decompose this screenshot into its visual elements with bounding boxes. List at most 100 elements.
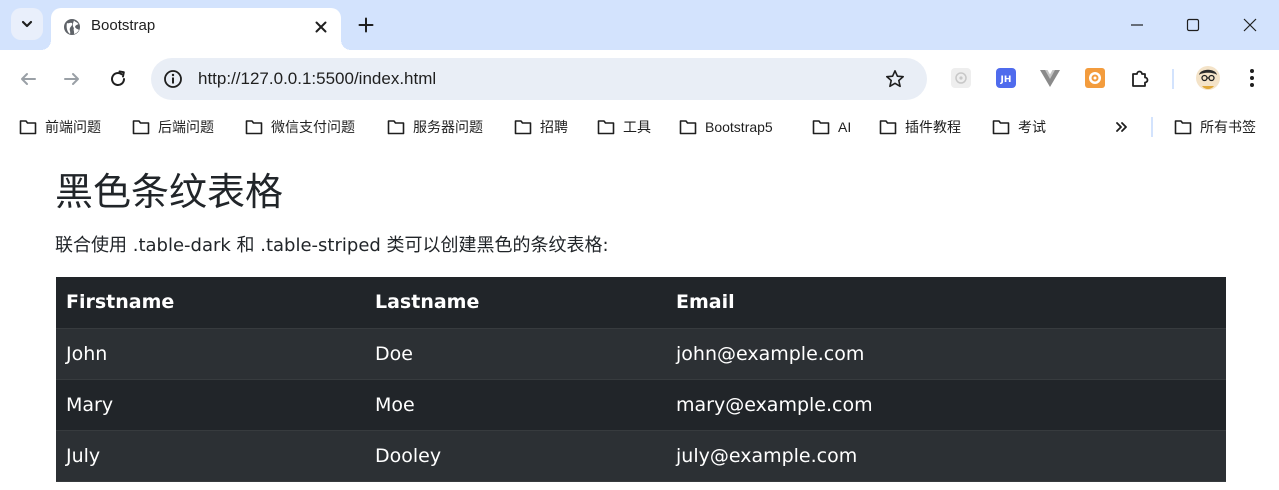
bookmarks-divider (1151, 117, 1153, 137)
table-cell: Doe (365, 328, 666, 380)
tab-search-button[interactable] (11, 8, 43, 40)
bookmark-folder[interactable]: 招聘 (514, 115, 568, 139)
folder-icon (514, 120, 532, 135)
new-tab-button[interactable] (352, 11, 380, 39)
folder-icon (992, 120, 1010, 135)
svg-text:JH: JH (1000, 75, 1012, 85)
folder-icon (879, 120, 897, 135)
maximize-icon (1186, 18, 1200, 32)
column-header-lastname: Lastname (365, 277, 666, 329)
bookmarks-bar: 前端问题 后端问题 微信支付问题 服务器问题 招聘 工具 Bootstrap5 … (0, 108, 1279, 146)
folder-icon (597, 120, 615, 135)
jh-extension-button[interactable]: JH (994, 66, 1018, 90)
folder-icon (387, 120, 405, 135)
column-header-firstname: Firstname (56, 277, 365, 329)
bookmark-star-button[interactable] (881, 65, 909, 93)
table-cell: mary@example.com (666, 379, 1226, 431)
bookmark-label: 前端问题 (45, 119, 101, 135)
arrow-left-icon (21, 73, 36, 85)
folder-icon (679, 120, 697, 135)
page-content: 黑色条纹表格 联合使用 .table-dark 和 .table-striped… (0, 146, 1279, 490)
bookmark-label: 微信支付问题 (271, 119, 355, 135)
bookmark-folder[interactable]: Bootstrap5 (679, 115, 773, 139)
tab-close-button[interactable] (309, 15, 333, 39)
folder-icon (245, 120, 263, 135)
bookmark-folder[interactable]: 后端问题 (132, 115, 214, 139)
vue-devtools-button[interactable] (1038, 66, 1062, 90)
bookmark-label: 插件教程 (905, 119, 961, 135)
vue-devtools-icon (1040, 70, 1060, 87)
site-info-button[interactable] (159, 65, 187, 93)
puzzle-icon (1132, 70, 1149, 87)
address-bar[interactable]: http://127.0.0.1:5500/index.html (151, 58, 927, 100)
minimize-icon (1131, 24, 1143, 26)
bookmark-label: 所有书签 (1200, 119, 1256, 135)
bookmark-folder[interactable]: 工具 (597, 115, 651, 139)
arrow-right-icon (64, 73, 79, 85)
table-row: July Dooley july@example.com (56, 430, 1226, 482)
orange-extension-button[interactable] (1083, 66, 1107, 90)
all-bookmarks-folder[interactable]: 所有书签 (1174, 115, 1256, 139)
page-title: 黑色条纹表格 (55, 170, 284, 214)
bookmark-label: 考试 (1018, 119, 1046, 135)
double-chevron-right-icon (1116, 122, 1127, 132)
browser-menu-button[interactable] (1240, 66, 1264, 90)
more-vertical-icon (1250, 69, 1254, 87)
toolbar-divider (1172, 69, 1174, 89)
url-text[interactable]: http://127.0.0.1:5500/index.html (198, 69, 436, 89)
table-cell: July (56, 430, 365, 482)
globe-icon (64, 19, 80, 35)
folder-icon (812, 120, 830, 135)
orange-extension-icon (1085, 68, 1105, 88)
bookmarks-overflow-button[interactable] (1110, 115, 1134, 139)
extensions-button[interactable] (1128, 66, 1152, 90)
bookmark-label: 后端问题 (158, 119, 214, 135)
table-cell: Mary (56, 379, 365, 431)
page-description: 联合使用 .table-dark 和 .table-striped 类可以创建黑… (55, 235, 609, 256)
ai-extension-icon (951, 68, 971, 88)
bookmark-label: 服务器问题 (413, 119, 483, 135)
striped-dark-table: Firstname Lastname Email John Doe john@e… (56, 277, 1226, 482)
folder-icon (19, 120, 37, 135)
table-cell: july@example.com (666, 430, 1226, 482)
folder-icon (132, 120, 150, 135)
chevron-down-icon (21, 20, 33, 28)
column-header-email: Email (666, 277, 1226, 329)
tab-strip: Bootstrap (0, 0, 1279, 50)
browser-tab[interactable]: Bootstrap (41, 8, 351, 50)
bookmark-folder[interactable]: 考试 (992, 115, 1046, 139)
star-icon (886, 70, 904, 88)
back-button[interactable] (12, 63, 44, 95)
maximize-button[interactable] (1164, 0, 1222, 50)
close-window-button[interactable] (1221, 0, 1279, 50)
table-cell: John (56, 328, 365, 380)
avatar-icon (1196, 66, 1220, 90)
profile-avatar[interactable] (1195, 65, 1221, 91)
bookmark-folder[interactable]: 插件教程 (879, 115, 961, 139)
table-cell: Dooley (365, 430, 666, 482)
table-row: Mary Moe mary@example.com (56, 379, 1226, 431)
bookmark-label: Bootstrap5 (705, 119, 773, 135)
table-cell: Moe (365, 379, 666, 431)
info-icon (164, 70, 182, 88)
reload-icon (111, 70, 125, 86)
folder-icon (1174, 120, 1192, 135)
table-cell: john@example.com (666, 328, 1226, 380)
tab-title: Bootstrap (91, 17, 156, 34)
bookmark-folder[interactable]: 微信支付问题 (245, 115, 355, 139)
minimize-button[interactable] (1108, 0, 1166, 50)
bookmark-label: AI (838, 119, 852, 135)
reload-button[interactable] (102, 63, 134, 95)
table-row: John Doe john@example.com (56, 328, 1226, 380)
table-header-row: Firstname Lastname Email (56, 277, 1226, 329)
close-icon (315, 21, 327, 33)
forward-button[interactable] (56, 63, 88, 95)
bookmark-label: 工具 (623, 119, 651, 135)
jh-extension-icon: JH (996, 68, 1016, 88)
close-window-icon (1243, 18, 1257, 32)
bookmark-folder[interactable]: 前端问题 (19, 115, 101, 139)
bookmark-folder[interactable]: AI (812, 115, 851, 139)
ai-extension-button[interactable] (949, 66, 973, 90)
bookmark-folder[interactable]: 服务器问题 (387, 115, 483, 139)
bookmark-label: 招聘 (540, 119, 568, 135)
